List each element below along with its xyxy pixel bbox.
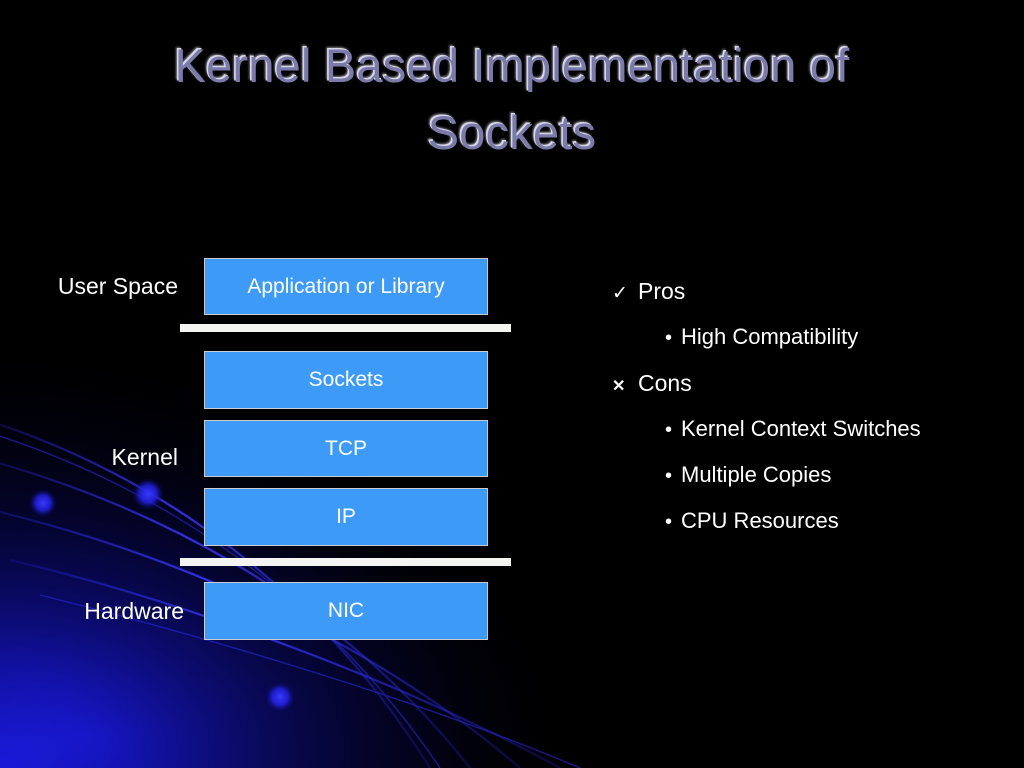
- list-item: • Multiple Copies: [612, 452, 1012, 498]
- bullet-cons-label: Cons: [638, 370, 692, 396]
- bullet-dot-icon: •: [665, 327, 673, 349]
- divider-user-space-kernel: [180, 324, 511, 332]
- cross-icon: ✕: [612, 378, 626, 395]
- stack-box-tcp[interactable]: TCP: [204, 420, 488, 477]
- zone-label-hardware: Hardware: [84, 598, 184, 624]
- stack-box-nic[interactable]: NIC: [204, 582, 488, 640]
- list-item-label: High Compatibility: [681, 324, 859, 349]
- stack-box-sockets[interactable]: Sockets: [204, 351, 488, 409]
- stack-box-application[interactable]: Application or Library: [204, 258, 488, 315]
- bullet-pros: ✓ Pros: [612, 268, 1012, 314]
- list-item: • High Compatibility: [612, 314, 1012, 360]
- bullet-dot-icon: •: [665, 511, 673, 533]
- list-item-label: CPU Resources: [681, 508, 839, 533]
- zone-label-user-space: User Space: [57, 273, 178, 299]
- pros-cons-list: ✓ Pros • High Compatibility ✕ Cons • Ker…: [612, 268, 1012, 544]
- bullet-dot-icon: •: [665, 419, 673, 441]
- slide-canvas: Kernel Based Implementation of Sockets U…: [0, 0, 1024, 768]
- zone-label-kernel: Kernel: [111, 444, 178, 470]
- bullet-pros-label: Pros: [638, 278, 686, 304]
- check-icon: ✓: [612, 283, 628, 304]
- bullet-dot-icon: •: [665, 465, 673, 487]
- page-title: Kernel Based Implementation of Sockets: [174, 39, 850, 159]
- list-item-label: Multiple Copies: [681, 462, 832, 487]
- list-item: • CPU Resources: [612, 498, 1012, 544]
- divider-kernel-hardware: [180, 558, 511, 566]
- list-item-label: Kernel Context Switches: [681, 416, 921, 441]
- bullet-cons: ✕ Cons: [612, 360, 1012, 406]
- list-item: • Kernel Context Switches: [612, 406, 1012, 452]
- stack-box-ip[interactable]: IP: [204, 488, 488, 546]
